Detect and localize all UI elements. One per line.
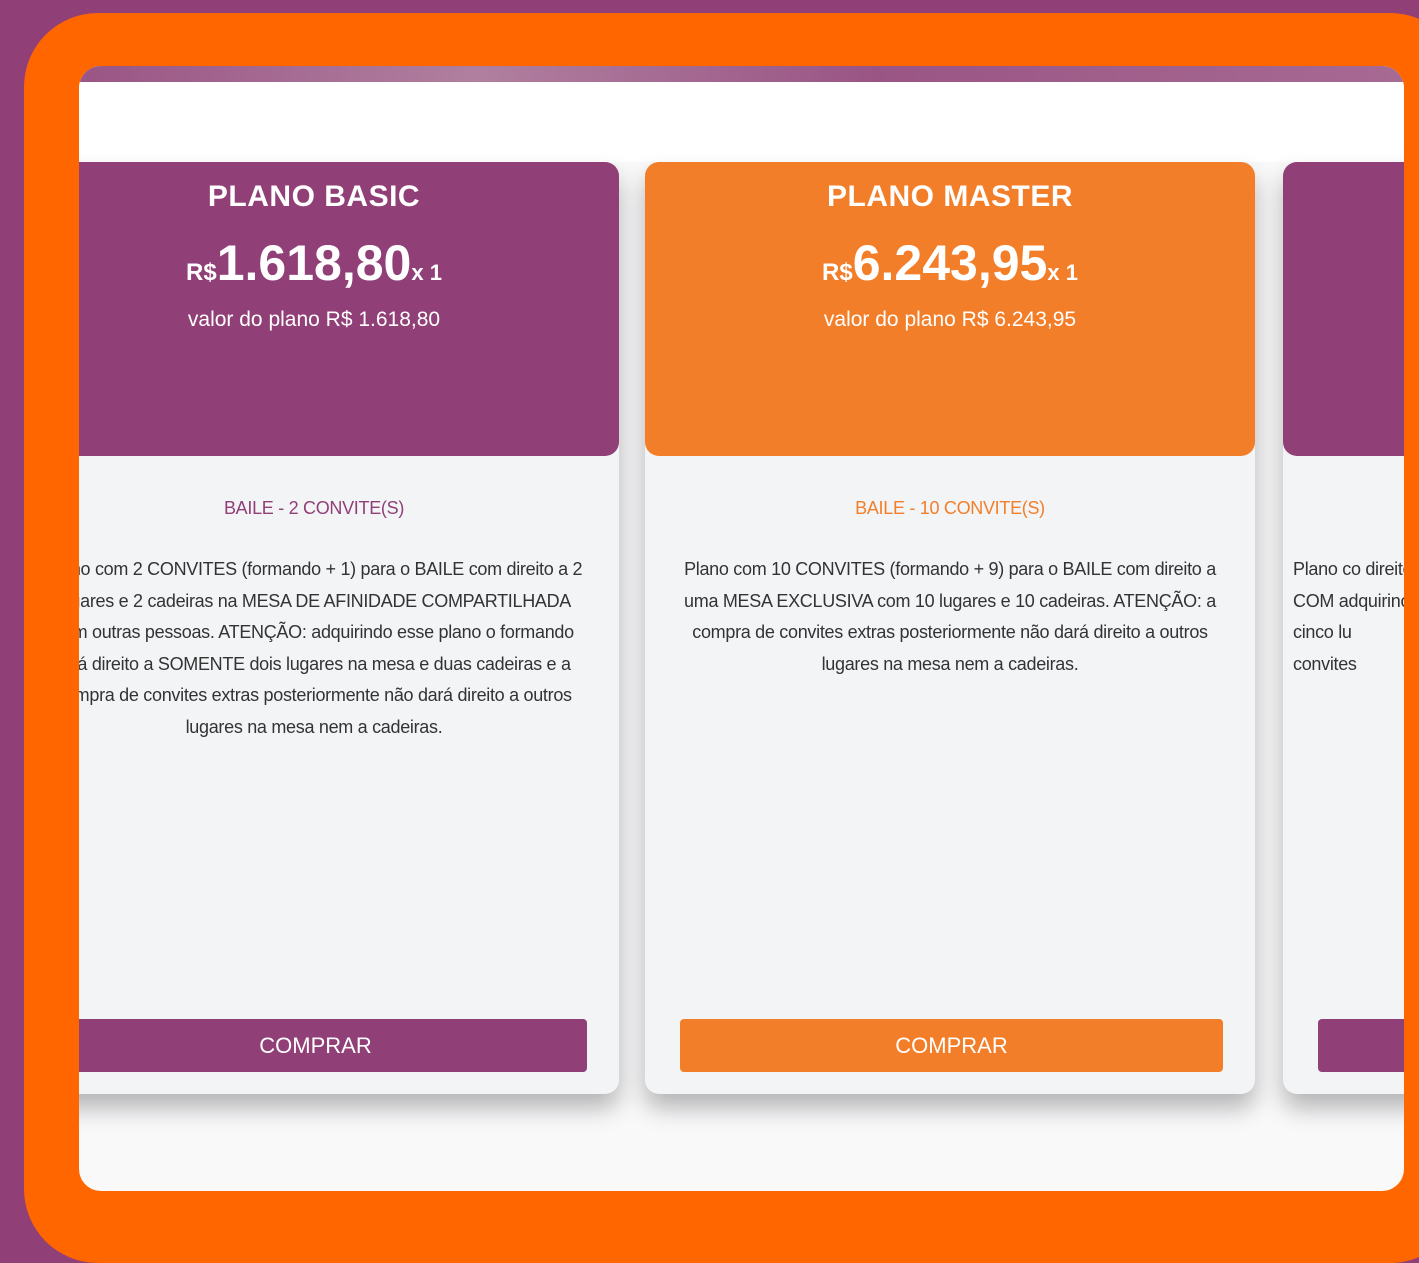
price-amount: 6.243,95	[852, 235, 1048, 291]
plan-description: Plano com 10 CONVITES (formando + 9) par…	[684, 559, 1216, 674]
plan-subtitle: BAILE - 2 CONVITE(S)	[223, 498, 405, 518]
buy-button[interactable]: COMPRAR	[79, 1019, 587, 1072]
plan-card-third: Plano co direito COM adquirino cinco lu …	[1283, 162, 1404, 1094]
panel-top-bar	[79, 66, 1404, 82]
price-currency: R$	[822, 259, 853, 286]
price-multiplier: x 1	[1047, 260, 1078, 285]
price-multiplier: x 1	[411, 260, 442, 285]
plan-card-header: PLANO BASIC R$1.618,80x 1 valor do plano…	[79, 162, 619, 456]
plan-card-header: PLANO MASTER R$6.243,95x 1 valor do plan…	[645, 162, 1255, 456]
buy-button[interactable]: COMPRAR	[680, 1019, 1223, 1072]
pricing-panel: PLANO BASIC R$1.618,80x 1 valor do plano…	[79, 66, 1404, 1191]
buy-button[interactable]	[1318, 1019, 1404, 1072]
panel-header-area	[79, 82, 1404, 162]
plan-subtitle: BAILE - 10 CONVITE(S)	[855, 498, 1045, 518]
plan-description: Plano com 2 CONVITES (formando + 1) para…	[79, 559, 583, 737]
plan-value-text: valor do plano R$ 1.618,80	[187, 308, 441, 331]
plan-card-master: PLANO MASTER R$6.243,95x 1 valor do plan…	[645, 162, 1255, 1094]
price-currency: R$	[186, 259, 217, 286]
plan-description: Plano co direito COM adquirino cinco lu …	[1293, 559, 1404, 674]
plan-value-text: valor do plano R$ 6.243,95	[823, 308, 1077, 331]
plan-card-basic: PLANO BASIC R$1.618,80x 1 valor do plano…	[79, 162, 619, 1094]
plan-price: R$1.618,80x 1	[79, 234, 619, 292]
price-amount: 1.618,80	[216, 235, 412, 291]
plan-name: PLANO MASTER	[827, 180, 1073, 213]
plan-price: R$6.243,95x 1	[645, 234, 1255, 292]
plan-name: PLANO BASIC	[207, 180, 421, 213]
plan-card-header	[1283, 162, 1404, 456]
